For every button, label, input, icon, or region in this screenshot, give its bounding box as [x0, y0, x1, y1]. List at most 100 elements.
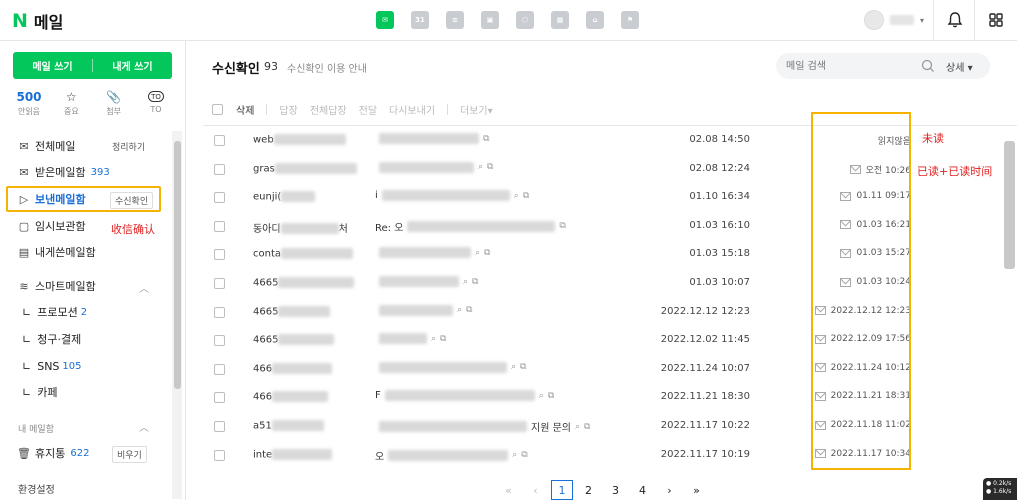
empty-trash-button[interactable]: 비우기 [112, 446, 147, 463]
to-me-filter[interactable]: TO TO [140, 89, 172, 117]
search-icon[interactable] [921, 59, 935, 73]
first-page-button[interactable]: « [495, 480, 522, 500]
row-checkbox[interactable] [214, 421, 225, 432]
open-new-window-icon[interactable]: ⧉ [472, 277, 478, 287]
mail-app-icon[interactable]: ✉ [376, 11, 394, 29]
subject-link[interactable]: ⌕ ⧉ [375, 276, 478, 287]
row-checkbox[interactable] [214, 392, 225, 404]
next-page-button[interactable]: › [656, 480, 683, 500]
home-app-icon[interactable]: ⌂ [586, 11, 604, 29]
sidebar-scrollbar[interactable] [174, 141, 181, 389]
preview-icon[interactable]: ⌕ [475, 248, 480, 258]
subject-link[interactable]: ⌕ ⧉ [375, 333, 446, 345]
redacted-text [407, 220, 556, 232]
page-4-button[interactable]: 4 [629, 480, 656, 500]
last-page-button[interactable]: » [683, 480, 710, 500]
subject-link[interactable]: i ⌕ ⧉ [375, 190, 529, 202]
all-services-grid-icon[interactable] [987, 11, 1005, 29]
forward-button[interactable]: 전달 [359, 102, 377, 117]
flag-app-icon[interactable]: ⚑ [621, 11, 639, 29]
more-button[interactable]: 더보기▾ [460, 102, 493, 117]
row-checkbox[interactable] [214, 192, 225, 204]
page-1-button[interactable]: 1 [551, 480, 573, 500]
row-checkbox[interactable] [214, 278, 225, 289]
subject-link[interactable]: ⌕ ⧉ [375, 247, 490, 259]
subject-link[interactable]: ⌕ ⧉ [375, 304, 472, 316]
delete-button[interactable]: 삭제 [236, 102, 254, 117]
sidebar-item-sns[interactable]: ∟ SNS 105 [22, 358, 82, 374]
preview-icon[interactable]: ⌕ [511, 362, 516, 372]
naver-mail-logo[interactable]: N 메일 [12, 9, 63, 33]
sidebar-item-billing[interactable]: ∟ 청구·결제 [22, 331, 81, 347]
recipient-suffix: 처 [338, 223, 348, 235]
chevron-up-icon[interactable]: ︿ [139, 280, 149, 295]
open-new-window-icon[interactable]: ⧉ [521, 450, 527, 460]
subject-link[interactable]: ⌕ ⧉ [375, 361, 526, 373]
sidebar-item-self-mail[interactable]: ▤ 내게쓴메일함 [18, 243, 168, 261]
row-checkbox[interactable] [214, 335, 225, 347]
preview-icon[interactable]: ⌕ [431, 334, 436, 344]
preview-icon[interactable]: ⌕ [478, 162, 483, 172]
search-input[interactable] [786, 58, 936, 74]
compose-mail-button[interactable]: 메일 쓰기 [13, 52, 92, 79]
subject-link[interactable]: ⌕ ⧉ [375, 161, 493, 173]
preview-icon[interactable]: ⌕ [575, 422, 580, 432]
sidebar-item-promotion[interactable]: ∟ 프로모션 2 [22, 304, 87, 320]
user-menu[interactable]: ▾ [864, 10, 924, 30]
open-new-window-icon[interactable]: ⧉ [440, 334, 446, 344]
read-receipt-button[interactable]: 수신확인 [110, 192, 154, 209]
open-new-window-icon[interactable]: ⧉ [483, 134, 489, 144]
row-checkbox[interactable] [214, 135, 225, 146]
preview-icon[interactable]: ⌕ [514, 191, 519, 201]
preview-icon[interactable]: ⌕ [539, 391, 544, 401]
receipt-guide-link[interactable]: 수신확인 이용 안내 [287, 60, 367, 75]
open-new-window-icon[interactable]: ⧉ [484, 248, 490, 258]
open-new-window-icon[interactable]: ⧉ [559, 221, 565, 231]
cube-app-icon[interactable]: ⬡ [516, 11, 534, 29]
open-new-window-icon[interactable]: ⧉ [523, 191, 529, 201]
attachment-filter[interactable]: 📎 첨부 [98, 89, 130, 117]
preview-icon[interactable]: ⌕ [463, 277, 468, 287]
important-filter[interactable]: ☆ 중요 [55, 89, 87, 117]
bell-icon[interactable] [946, 11, 964, 29]
row-checkbox[interactable] [214, 363, 225, 375]
unread-filter[interactable]: 500 안읽음 [13, 89, 45, 117]
reply-all-button[interactable]: 전체답장 [310, 102, 347, 117]
open-new-window-icon[interactable]: ⧉ [548, 391, 554, 401]
row-checkbox[interactable] [214, 249, 225, 261]
grid-app-icon[interactable]: ▦ [551, 11, 569, 29]
row-checkbox[interactable] [214, 220, 225, 232]
subject-link[interactable]: ⧉ [375, 133, 489, 144]
detail-search-button[interactable]: 상세 ▾ [946, 59, 973, 74]
open-new-window-icon[interactable]: ⧉ [584, 422, 590, 432]
page-3-button[interactable]: 3 [602, 480, 629, 500]
reply-button[interactable]: 답장 [279, 102, 297, 117]
calendar-app-icon[interactable]: 31 [411, 11, 429, 29]
compose-to-self-button[interactable]: 내게 쓰기 [93, 52, 172, 79]
resend-button[interactable]: 다시보내기 [389, 102, 435, 117]
subject-link[interactable]: F ⌕ ⧉ [375, 390, 554, 402]
subject-link[interactable]: Re: 오 ⧉ [375, 219, 566, 234]
subject-link[interactable]: 오 ⌕ ⧉ [375, 448, 528, 463]
open-new-window-icon[interactable]: ⧉ [487, 162, 493, 172]
contacts-app-icon[interactable]: ▣ [481, 11, 499, 29]
preview-icon[interactable]: ⌕ [512, 450, 517, 460]
prev-page-button[interactable]: ‹ [522, 480, 549, 500]
row-checkbox[interactable] [214, 306, 225, 318]
sidebar-item-inbox[interactable]: ✉ 받은메일함 393 [18, 163, 168, 181]
open-new-window-icon[interactable]: ⧉ [520, 362, 526, 372]
mail-list-scrollbar[interactable] [1004, 141, 1015, 269]
row-checkbox[interactable] [214, 163, 225, 175]
sidebar-item-cafe[interactable]: ∟ 카페 [22, 384, 57, 400]
settings-link[interactable]: 환경설정 [18, 481, 55, 496]
subject-link[interactable]: 지원 문의 ⌕ ⧉ [375, 419, 590, 434]
unread-annotation: 未读 [922, 132, 944, 145]
page-2-button[interactable]: 2 [575, 480, 602, 500]
row-checkbox[interactable] [214, 449, 225, 461]
organize-button[interactable]: 정리하기 [108, 139, 150, 154]
list-app-icon[interactable]: ≡ [446, 11, 464, 29]
select-all-checkbox[interactable] [212, 103, 223, 115]
open-new-window-icon[interactable]: ⧉ [466, 305, 472, 315]
preview-icon[interactable]: ⌕ [457, 305, 462, 315]
chevron-up-icon[interactable]: ︿ [139, 419, 149, 434]
